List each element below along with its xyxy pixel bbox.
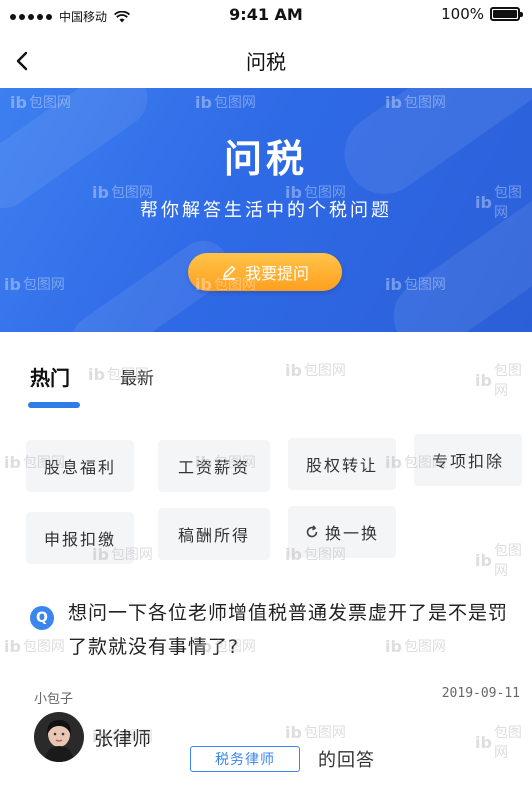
tag-chip[interactable]: 股息福利 <box>26 440 134 492</box>
avatar[interactable] <box>34 712 84 762</box>
watermark: ib 包图网 <box>4 274 65 294</box>
question-date: 2019-09-11 <box>441 686 520 701</box>
topic-tags: 股息福利 工资薪资 股权转让 专项扣除 申报扣缴 稿酬所得 换一换 <box>0 430 532 580</box>
banner-subtitle: 帮你解答生活中的个税问题 <box>140 200 392 221</box>
tab-latest[interactable]: 最新 <box>120 364 154 389</box>
answerer-name: 张律师 <box>94 728 152 750</box>
ask-question-button[interactable]: 我要提问 <box>188 253 342 291</box>
nav-bar: 问税 <box>0 34 532 86</box>
tag-chip[interactable]: 工资薪资 <box>158 440 270 492</box>
status-right: 100% <box>441 5 523 23</box>
question-icon: Q <box>30 606 54 630</box>
role-badge: 税务律师 <box>190 746 300 772</box>
question-author: 小包子 <box>34 692 74 707</box>
refresh-label: 换一换 <box>324 524 379 543</box>
hero-banner: 问税 帮你解答生活中的个税问题 我要提问 ib 包图网 ib 包图网 ib 包图网 i… <box>0 88 532 332</box>
ask-question-label: 我要提问 <box>244 264 309 283</box>
tab-bar: 热门 最新 <box>0 350 532 410</box>
banner-title: 问税 <box>223 137 308 181</box>
tab-active-indicator <box>28 402 80 408</box>
tag-chip[interactable]: 稿酬所得 <box>158 508 270 560</box>
pen-icon <box>222 265 236 280</box>
status-bar: 中国移动 9:41 AM 100% <box>0 0 532 32</box>
question-text[interactable]: 想问一下各位老师增值税普通发票虚开了是不是罚了款就没有事情了? <box>68 596 524 664</box>
watermark: ib 包图网 <box>4 636 65 656</box>
refresh-button[interactable]: 换一换 <box>288 506 396 558</box>
tag-chip[interactable]: 申报扣缴 <box>26 512 134 564</box>
refresh-icon <box>306 525 318 538</box>
battery-percent: 100% <box>441 5 484 23</box>
page-title: 问税 <box>246 50 286 74</box>
answer-suffix: 的回答 <box>318 750 375 771</box>
watermark: ib 包图网 <box>195 92 256 112</box>
battery-icon <box>490 7 523 21</box>
tag-chip[interactable]: 专项扣除 <box>414 434 522 486</box>
tag-chip[interactable]: 股权转让 <box>288 438 396 490</box>
answer-header: 张律师 税务律师 的回答 <box>0 710 532 790</box>
tab-hot[interactable]: 热门 <box>30 362 70 391</box>
